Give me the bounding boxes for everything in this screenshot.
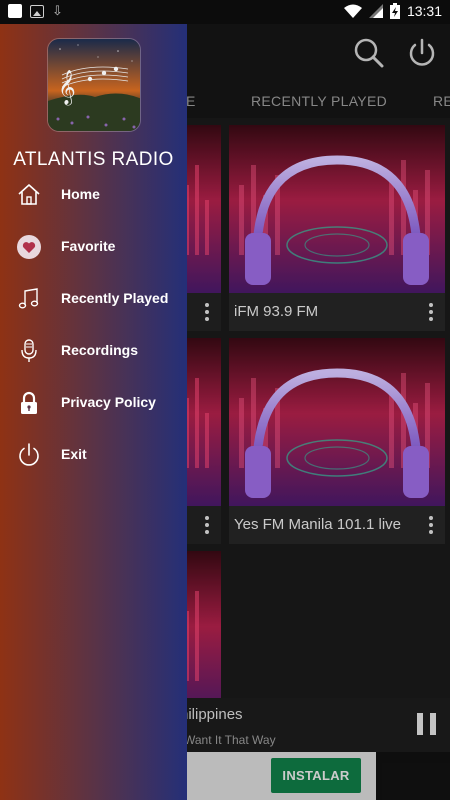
image-notification-icon (30, 4, 44, 18)
nav-item-label: Privacy Policy (61, 394, 156, 410)
search-icon[interactable] (352, 36, 386, 70)
home-icon (18, 184, 40, 205)
app-name: ATLANTIS RADIO (13, 149, 174, 170)
power-icon[interactable] (405, 36, 439, 70)
headphones-artwork (229, 338, 445, 506)
more-options-icon[interactable] (205, 303, 209, 324)
navigation-drawer: 𝄞 ATLANTIS RADIO Home Favorite Recently … (0, 24, 187, 800)
station-title: iFM 93.9 FM (229, 293, 445, 331)
battery-charging-icon (389, 3, 400, 19)
nav-item-privacy-policy[interactable]: Privacy Policy (0, 379, 187, 427)
nav-item-favorite[interactable]: Favorite (0, 223, 187, 271)
nav-item-home[interactable]: Home (0, 171, 187, 219)
screen: ⇩ 13:31 E RECENTLY PLAYED RE iFM 93.9 FM… (0, 0, 450, 800)
download-icon: ⇩ (52, 3, 63, 18)
nav-item-recently-played[interactable]: Recently Played (0, 275, 187, 323)
music-note-icon (18, 288, 39, 309)
notification-icons: ⇩ (8, 4, 63, 18)
pause-icon[interactable] (417, 713, 437, 735)
clock: 13:31 (406, 3, 442, 19)
nav-item-label: Recordings (61, 342, 139, 358)
app-logo-image: 𝄞 (48, 39, 140, 131)
station-card[interactable]: Yes FM Manila 101.1 live (229, 338, 445, 544)
app-logo: 𝄞 (47, 38, 141, 132)
nav-item-exit[interactable]: Exit (0, 431, 187, 479)
svg-text:𝄞: 𝄞 (58, 70, 76, 106)
station-title: Yes FM Manila 101.1 live (229, 506, 445, 544)
heart-icon (17, 235, 41, 259)
headphones-artwork (229, 125, 445, 293)
system-icons: 13:31 (343, 3, 442, 19)
more-options-icon[interactable] (429, 303, 433, 324)
tab-recently-played[interactable]: RECENTLY PLAYED (251, 93, 387, 109)
status-bar: ⇩ 13:31 (0, 0, 450, 24)
microphone-icon (21, 339, 37, 362)
more-options-icon[interactable] (429, 516, 433, 537)
power-icon (19, 443, 39, 466)
tab-partial-left[interactable]: E (186, 93, 196, 109)
nav-item-label: Home (61, 186, 100, 202)
player-track-title: Want It That Way (184, 733, 276, 747)
more-options-icon[interactable] (205, 516, 209, 537)
nav-item-recordings[interactable]: Recordings (0, 327, 187, 375)
player-station-title: hilippines (180, 706, 243, 723)
nav-item-label: Exit (61, 446, 87, 462)
lock-icon (21, 391, 37, 414)
nav-item-label: Recently Played (61, 290, 169, 306)
wifi-icon (343, 4, 362, 18)
tab-partial-right[interactable]: RE (433, 93, 450, 109)
nav-item-label: Favorite (61, 238, 116, 254)
station-card[interactable]: iFM 93.9 FM (229, 125, 445, 331)
notification-square-icon (8, 4, 22, 18)
install-button[interactable]: INSTALAR (271, 758, 361, 793)
signal-icon (368, 4, 383, 18)
